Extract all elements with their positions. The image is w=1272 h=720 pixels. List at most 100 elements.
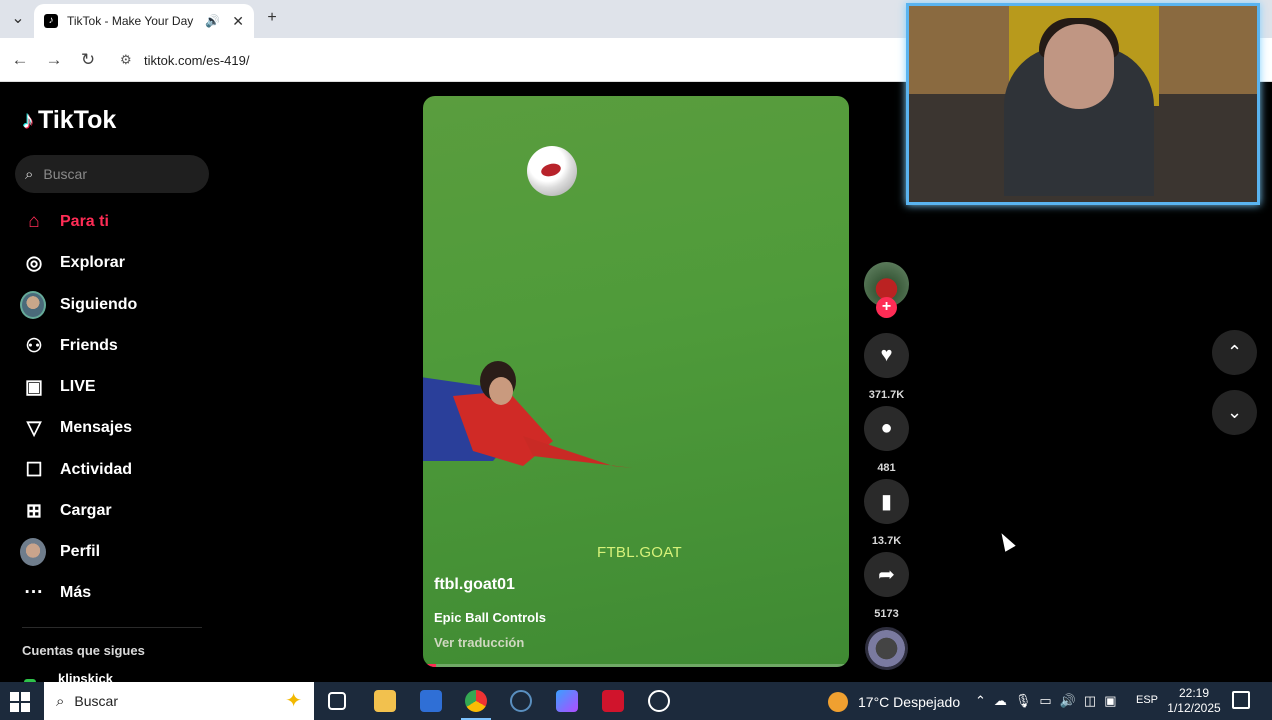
following-avatar — [20, 291, 46, 319]
sidebar-item-label: LIVE — [60, 378, 96, 395]
url-text: tiktok.com/es-419/ — [144, 52, 250, 68]
save-count: 13.7K — [871, 535, 902, 547]
player-image — [423, 361, 633, 468]
share-icon[interactable]: ➦ — [864, 552, 909, 597]
notification-icon[interactable] — [1232, 691, 1250, 709]
speaker-icon[interactable]: 🔊 — [205, 14, 220, 28]
sidebar-item-perfil[interactable]: Perfil — [20, 538, 101, 566]
cloud-icon[interactable]: ☁ — [994, 693, 1007, 709]
copilot-icon[interactable] — [556, 690, 578, 712]
video-watermark: FTBL.GOAT — [597, 544, 682, 561]
sidebar-item-label: Más — [60, 584, 92, 601]
like-count: 371.7K — [868, 389, 905, 401]
clock-date: 1/12/2025 — [1167, 701, 1221, 715]
sidebar-item-para-ti[interactable]: ⌂ Para ti — [22, 208, 109, 236]
chrome-icon[interactable] — [461, 690, 491, 720]
close-tab-icon[interactable]: ✕ — [232, 13, 244, 30]
bookmark-icon[interactable]: ▮ — [864, 479, 909, 524]
video-player[interactable]: FTBL.GOAT ftbl.goat01 Epic Ball Controls… — [423, 96, 849, 667]
clock[interactable]: 22:19 1/12/2025 — [1166, 686, 1222, 716]
file-explorer-icon[interactable] — [374, 690, 396, 712]
translate-link[interactable]: Ver traducción — [434, 635, 524, 650]
windows-start-icon[interactable] — [10, 692, 30, 712]
comment-action: ● 481 — [864, 406, 909, 474]
reload-button[interactable]: ↻ — [78, 50, 98, 70]
comment-count: 481 — [877, 462, 896, 474]
store-icon[interactable] — [420, 690, 442, 712]
webcam-overlay — [906, 3, 1260, 205]
weather-sun-icon — [828, 692, 848, 712]
sidebar-item-live[interactable]: ▣ LIVE — [22, 373, 96, 401]
compass-icon: ◎ — [25, 252, 43, 274]
network-icon[interactable]: ▭ — [1039, 693, 1051, 709]
address-bar[interactable]: ⚙ tiktok.com/es-419/ — [112, 44, 912, 76]
share-count: 5173 — [874, 608, 899, 620]
next-video-button[interactable]: ⌄ — [1212, 390, 1257, 435]
microphone-icon[interactable]: 🎙 — [1015, 693, 1032, 709]
sidebar-item-label: Actividad — [60, 461, 133, 478]
sidebar-item-explorar[interactable]: ◎ Explorar — [22, 249, 125, 277]
taskbar-search-placeholder: Buscar — [74, 693, 118, 709]
sidebar-item-mas[interactable]: ··· Más — [22, 579, 92, 607]
sidebar-item-label: Explorar — [60, 254, 125, 271]
profile-avatar — [20, 538, 46, 566]
tiktok-note-icon: ♪ — [22, 106, 34, 134]
send-icon: ▽ — [26, 417, 42, 439]
search-placeholder: Buscar — [43, 166, 87, 182]
follow-plus-icon[interactable]: + — [876, 297, 897, 318]
save-action: ▮ 13.7K — [864, 479, 909, 547]
steam-icon[interactable] — [510, 690, 532, 712]
home-icon: ⌂ — [28, 211, 40, 232]
language-indicator[interactable]: ESP — [1136, 694, 1158, 706]
sidebar-item-label: Friends — [60, 337, 118, 354]
sidebar-item-friends[interactable]: ⚇ Friends — [22, 332, 118, 360]
live-icon: ▣ — [25, 376, 43, 398]
like-action: ♥ 371.7K — [864, 333, 909, 401]
search-input[interactable]: ⌕ Buscar — [15, 155, 209, 193]
heart-icon[interactable]: ♥ — [864, 333, 909, 378]
tab-title: TikTok - Make Your Day — [67, 14, 194, 28]
music-disc-icon[interactable] — [865, 627, 908, 670]
sparkle-icon: ✦ — [285, 690, 302, 712]
sidebar-item-label: Perfil — [60, 543, 101, 560]
mouse-cursor-icon — [996, 530, 1016, 552]
soccer-ball-image — [527, 146, 577, 196]
video-description: Epic Ball Controls — [434, 610, 546, 625]
sidebar-item-siguiendo[interactable]: Siguiendo — [20, 291, 138, 319]
following-section-title: Cuentas que sigues — [22, 643, 145, 658]
webcam-person-head — [1044, 24, 1114, 109]
sidebar-item-cargar[interactable]: ⊞ Cargar — [22, 497, 112, 525]
weather-widget[interactable]: 17°C Despejado — [828, 692, 960, 712]
obs-icon[interactable] — [648, 690, 670, 712]
chevron-up-icon[interactable]: ⌃ — [975, 693, 986, 709]
sidebar-item-label: Siguiendo — [60, 296, 138, 313]
sidebar-item-label: Para ti — [60, 213, 109, 230]
adobe-icon[interactable] — [602, 690, 624, 712]
previous-video-button[interactable]: ⌃ — [1212, 330, 1257, 375]
new-tab-button[interactable]: + — [262, 8, 282, 28]
tab-search-icon[interactable]: ⌄ — [8, 9, 28, 29]
app-tray-icon[interactable]: ◫ — [1084, 693, 1096, 709]
browser-tab[interactable]: ♪ TikTok - Make Your Day 🔊 ✕ — [34, 4, 254, 38]
task-view-icon[interactable] — [328, 692, 346, 710]
logo-text: TikTok — [38, 106, 117, 134]
forward-button[interactable]: → — [44, 50, 64, 70]
site-info-icon[interactable]: ⚙ — [120, 52, 136, 68]
weather-text: 17°C Despejado — [858, 694, 961, 710]
video-progress-bar[interactable] — [423, 664, 849, 667]
friends-icon: ⚇ — [25, 335, 43, 357]
more-icon: ··· — [24, 582, 44, 603]
comment-icon[interactable]: ● — [864, 406, 909, 451]
taskbar-search-input[interactable]: ⌕ Buscar ✦ — [44, 682, 314, 720]
volume-icon[interactable]: 🔊 — [1060, 693, 1076, 709]
video-progress-fill — [423, 664, 436, 667]
windows-taskbar: ⌕ Buscar ✦ 17°C Despejado ⌃ ☁ 🎙 ▭ 🔊 ◫ ▣ … — [0, 682, 1272, 720]
video-author[interactable]: ftbl.goat01 — [434, 576, 515, 594]
sidebar-item-actividad[interactable]: ☐ Actividad — [22, 456, 132, 484]
back-button[interactable]: ← — [10, 50, 30, 70]
sidebar-item-mensajes[interactable]: ▽ Mensajes — [22, 414, 132, 442]
sidebar-divider — [22, 627, 202, 628]
display-icon[interactable]: ▣ — [1104, 693, 1116, 709]
system-tray: ⌃ ☁ 🎙 ▭ 🔊 ◫ ▣ — [975, 693, 1117, 709]
tiktok-logo[interactable]: ♪ TikTok — [22, 106, 116, 135]
